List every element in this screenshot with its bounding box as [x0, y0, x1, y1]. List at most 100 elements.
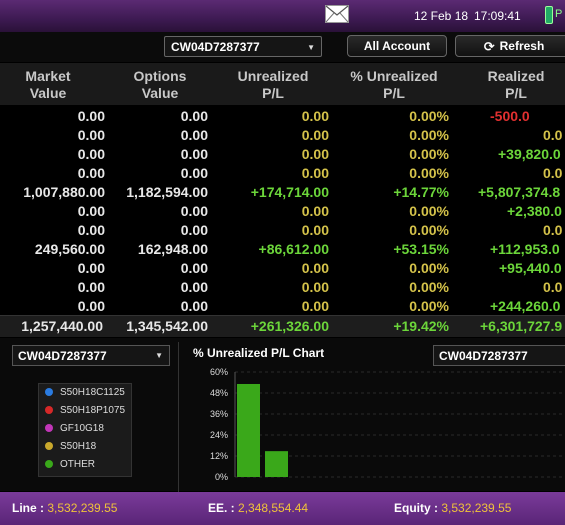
realized-pl-cell: -500.0: [490, 108, 530, 124]
table-row[interactable]: 0.00 0.00 0.00 0.00% +39,820.0: [0, 145, 565, 164]
legend-swatch-icon: [45, 460, 53, 468]
realized-pl-cell: 0.0: [543, 222, 563, 238]
pct-unrealized-pl-cell: 0.00%: [409, 222, 449, 238]
market-value-cell: 0.00: [77, 146, 105, 162]
market-value-cell: 0.00: [77, 165, 105, 181]
market-value-cell: 0.00: [77, 203, 105, 219]
account-summary-bar: Line : 3,532,239.55 EE. : 2,348,554.44 E…: [0, 492, 565, 525]
pct-unrealized-pl-cell: 0.00%: [409, 260, 449, 276]
realized-pl-cell: +95,440.0: [499, 260, 562, 276]
table-row[interactable]: 0.00 0.00 0.00 0.00% +244,260.0: [0, 297, 565, 316]
legend-item[interactable]: S50H18C1125: [45, 387, 125, 398]
realized-pl-cell: +244,260.0: [490, 298, 561, 314]
legend-item[interactable]: OTHER: [45, 459, 95, 470]
total-pct-unrealized-pl: +19.42%: [393, 318, 449, 334]
equity-value: 3,532,239.55: [441, 501, 512, 515]
chart-bar[interactable]: [265, 451, 288, 477]
legend-swatch-icon: [45, 406, 53, 414]
y-tick-label: 12%: [210, 451, 228, 461]
pct-unrealized-pl-cell: 0.00%: [409, 165, 449, 181]
chart-account-value: CW04D7287377: [439, 349, 528, 363]
table-row[interactable]: 0.00 0.00 0.00 0.00% 0.0: [0, 278, 565, 297]
pct-unrealized-pl-cell: 0.00%: [409, 127, 449, 143]
legend-swatch-icon: [45, 424, 53, 432]
all-account-label: All Account: [363, 39, 431, 53]
refresh-button[interactable]: ⟳ Refresh: [455, 35, 565, 57]
chart-account-select[interactable]: CW04D7287377: [433, 345, 565, 366]
options-value-cell: 1,182,594.00: [126, 184, 208, 200]
market-value-cell: 1,007,880.00: [23, 184, 105, 200]
chevron-down-icon: ▼: [307, 43, 315, 52]
refresh-icon: ⟳: [483, 39, 495, 54]
options-value-cell: 0.00: [180, 222, 208, 238]
equity-summary: Equity : 3,532,239.55: [394, 501, 512, 515]
all-account-button[interactable]: All Account: [347, 35, 447, 57]
chart-legend: S50H18C1125 S50H18P1075 GF10G18 S50H18 O…: [38, 383, 132, 477]
legend-swatch-icon: [45, 442, 53, 450]
pct-unrealized-pl-cell: 0.00%: [409, 108, 449, 124]
market-value-cell: 0.00: [77, 260, 105, 276]
market-value-cell: 0.00: [77, 222, 105, 238]
table-row[interactable]: 0.00 0.00 0.00 0.00% +2,380.0: [0, 202, 565, 221]
table-row[interactable]: 0.00 0.00 0.00 0.00% 0.0: [0, 221, 565, 240]
market-value-cell: 0.00: [77, 108, 105, 124]
unrealized-pl-cell: 0.00: [301, 260, 329, 276]
unrealized-pl-chart: 60% 48% 36% 24% 12% 0%: [210, 367, 563, 482]
unrealized-pl-cell: 0.00: [301, 222, 329, 238]
pct-unrealized-pl-cell: 0.00%: [409, 146, 449, 162]
connection-indicator-icon: [545, 6, 553, 24]
legend-item[interactable]: S50H18P1075: [45, 405, 125, 416]
top-bar: 12 Feb 18 17:09:41 P: [0, 0, 565, 32]
total-realized-pl: +6,301,727.9: [480, 318, 563, 334]
realized-pl-cell: 0.0: [543, 279, 563, 295]
chart-title: % Unrealized P/L Chart: [193, 346, 325, 360]
date-display: 12 Feb 18: [414, 9, 469, 23]
header-market-value[interactable]: Market Value: [10, 68, 86, 102]
unrealized-pl-cell: 0.00: [301, 298, 329, 314]
realized-pl-cell: +5,807,374.8: [478, 184, 561, 200]
y-tick-label: 0%: [215, 472, 228, 482]
panel-divider: [178, 342, 179, 492]
legend-account-value: CW04D7287377: [18, 349, 107, 363]
unrealized-pl-cell: +174,714.00: [250, 184, 329, 200]
account-select[interactable]: CW04D7287377 ▼: [164, 36, 322, 57]
unrealized-pl-cell: 0.00: [301, 146, 329, 162]
market-value-cell: 0.00: [77, 298, 105, 314]
legend-swatch-icon: [45, 388, 53, 396]
header-pct-unrealized-pl[interactable]: % Unrealized P/L: [342, 68, 446, 102]
pct-unrealized-pl-cell: +53.15%: [393, 241, 449, 257]
legend-item[interactable]: GF10G18: [45, 423, 104, 434]
options-value-cell: 0.00: [180, 165, 208, 181]
pct-unrealized-pl-cell: 0.00%: [409, 298, 449, 314]
table-row[interactable]: 0.00 0.00 0.00 0.00% 0.0: [0, 126, 565, 145]
header-realized-pl[interactable]: Realized P/L: [480, 68, 552, 102]
market-value-cell: 0.00: [77, 279, 105, 295]
unrealized-pl-cell: 0.00: [301, 279, 329, 295]
table-row[interactable]: 249,560.00 162,948.00 +86,612.00 +53.15%…: [0, 240, 565, 259]
options-value-cell: 0.00: [180, 260, 208, 276]
y-tick-label: 60%: [210, 367, 228, 377]
market-value-cell: 249,560.00: [34, 241, 105, 257]
legend-account-select[interactable]: CW04D7287377 ▼: [12, 345, 170, 366]
unrealized-pl-cell: 0.00: [301, 108, 329, 124]
account-select-value: CW04D7287377: [171, 40, 260, 54]
mail-icon[interactable]: [325, 5, 349, 23]
ee-value: 2,348,554.44: [238, 501, 309, 515]
options-value-cell: 0.00: [180, 127, 208, 143]
options-value-cell: 0.00: [180, 146, 208, 162]
chart-bar[interactable]: [237, 383, 260, 477]
table-row[interactable]: 0.00 0.00 0.00 0.00% -500.0: [0, 107, 565, 126]
realized-pl-cell: +39,820.0: [498, 146, 561, 162]
table-row[interactable]: 0.00 0.00 0.00 0.00% 0.0: [0, 164, 565, 183]
y-tick-label: 48%: [210, 388, 228, 398]
total-market-value: 1,257,440.00: [21, 318, 103, 334]
ee-summary: EE. : 2,348,554.44: [208, 501, 309, 515]
total-unrealized-pl: +261,326.00: [250, 318, 329, 334]
header-options-value[interactable]: Options Value: [120, 68, 200, 102]
time-display: 17:09:41: [474, 9, 521, 23]
table-row[interactable]: 1,007,880.00 1,182,594.00 +174,714.00 +1…: [0, 183, 565, 202]
legend-item[interactable]: S50H18: [45, 441, 96, 452]
options-value-cell: 0.00: [180, 203, 208, 219]
table-row[interactable]: 0.00 0.00 0.00 0.00% +95,440.0: [0, 259, 565, 278]
header-unrealized-pl[interactable]: Unrealized P/L: [228, 68, 318, 102]
